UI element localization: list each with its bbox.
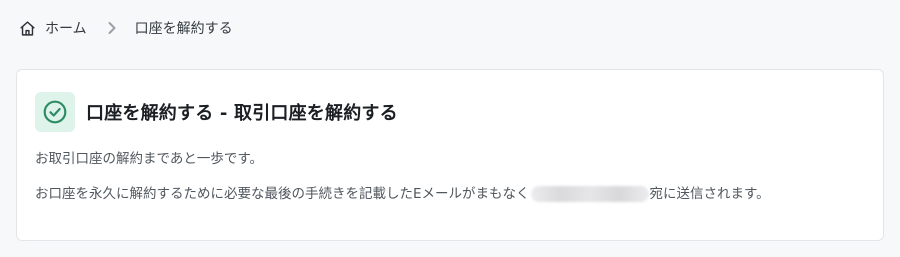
email-notice-text-after: 宛に送信されます。 (649, 186, 770, 202)
card-header: 口座を解約する - 取引口座を解約する (35, 87, 398, 137)
redacted-email (530, 186, 649, 202)
card-body: お取引口座の解約まであと一歩です。 お口座を永久に解約するために必要な最後の手続… (35, 149, 770, 205)
breadcrumb-current: 口座を解約する (134, 21, 233, 37)
breadcrumb-home-label: ホーム (45, 21, 87, 37)
email-notice-text-before: お口座を永久に解約するために必要な最後の手続きを記載したEメールがまもなく (35, 186, 530, 202)
chevron-right-icon (107, 21, 117, 35)
breadcrumb-home-link[interactable]: ホーム (19, 18, 87, 38)
close-account-card: 口座を解約する - 取引口座を解約する お取引口座の解約まであと一歩です。 お口… (16, 69, 884, 241)
card-title: 口座を解約する - 取引口座を解約する (86, 103, 398, 125)
home-icon (19, 20, 45, 37)
status-message: お取引口座の解約まであと一歩です。 (35, 151, 264, 167)
check-circle-icon (35, 92, 75, 133)
breadcrumb: ホーム 口座を解約する (19, 17, 233, 39)
email-notice: お口座を永久に解約するために必要な最後の手続きを記載したEメールがまもなく 宛に… (35, 183, 770, 205)
